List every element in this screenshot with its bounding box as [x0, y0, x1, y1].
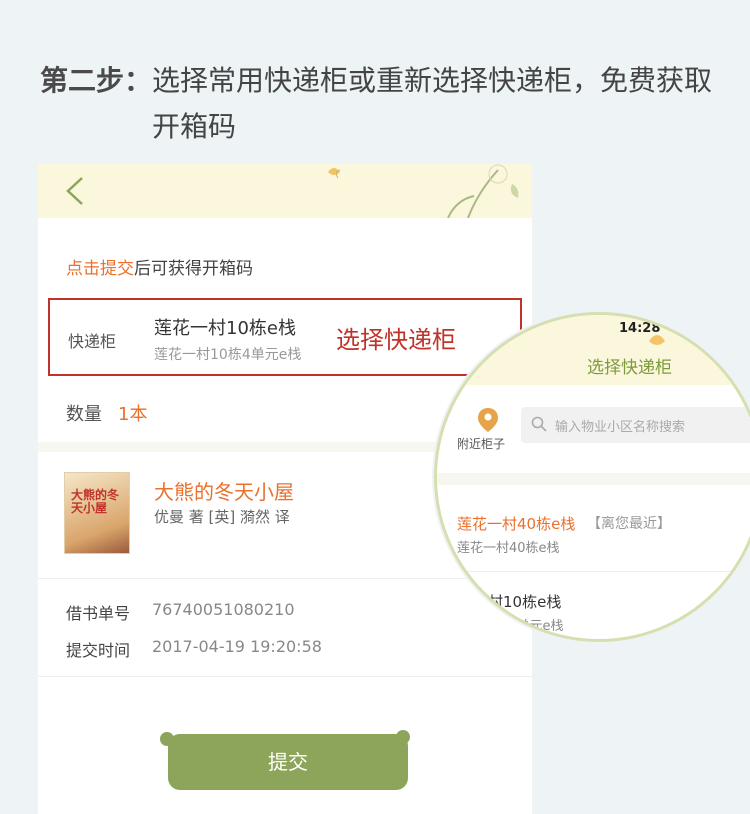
locker-name: 莲花一村10栋e栈	[154, 318, 296, 339]
book-title: 大熊的冬天小屋	[154, 480, 294, 504]
submit-button-label: 提交	[268, 750, 308, 774]
quantity-value: 1本	[118, 404, 148, 425]
quantity-label: 数量	[66, 404, 102, 425]
locker-search-input[interactable]: 输入物业小区名称搜索	[521, 407, 750, 443]
submit-time-value: 2017-04-19 19:20:58	[152, 637, 322, 656]
order-number-value: 76740051080210	[152, 600, 295, 619]
floral-decoration-icon	[649, 335, 665, 345]
section-gap	[437, 473, 750, 485]
order-number-label: 借书单号	[66, 604, 131, 623]
search-placeholder: 输入物业小区名称搜索	[555, 420, 686, 435]
divider	[437, 571, 750, 572]
locker-option-address: 莲花一村40栋e栈	[457, 541, 560, 556]
divider	[38, 578, 532, 579]
step-label: 第二步：	[40, 64, 153, 97]
submit-hint: 点击提交后可获得开箱码	[66, 254, 253, 279]
submit-button[interactable]: 提交	[168, 734, 408, 790]
locker-option-nearest[interactable]: 莲花一村40栋e栈	[457, 513, 575, 534]
submit-time-label: 提交时间	[66, 641, 131, 660]
search-icon	[531, 416, 547, 432]
hint-rest: 后可获得开箱码	[134, 259, 253, 279]
locker-option-address: 0栋4单元e栈	[487, 619, 564, 634]
locker-label: 快递柜	[68, 332, 117, 351]
divider	[38, 676, 532, 677]
cover-title: 大熊的冬天小屋	[71, 488, 120, 515]
location-pin-icon[interactable]	[477, 407, 499, 433]
locker-address: 莲花一村10栋4单元e栈	[154, 347, 302, 363]
step-text: 选择常用快递柜或重新选择快递柜，免费获取开箱码	[152, 64, 713, 143]
app-header	[38, 164, 532, 218]
locker-option[interactable]: 一村10栋e栈	[473, 591, 561, 612]
magnifier-header: 14:28 选择快递柜	[437, 315, 750, 385]
nearest-badge: 【离您最近】	[587, 516, 671, 532]
book-cover: 大熊的冬天小屋	[64, 472, 130, 554]
magnified-locker-list: 14:28 选择快递柜 附近柜子 输入物业小区名称搜索 莲花一村40栋e栈 【离…	[434, 312, 750, 642]
hint-accent: 点击提交	[66, 259, 134, 279]
nearby-lockers-label[interactable]: 附近柜子	[457, 435, 505, 452]
floral-decoration-icon	[328, 164, 519, 218]
back-arrow-icon[interactable]	[62, 176, 90, 206]
magnifier-title: 选择快递柜	[587, 358, 672, 378]
book-author: 优曼 著 [英] 漪然 译	[154, 508, 290, 526]
